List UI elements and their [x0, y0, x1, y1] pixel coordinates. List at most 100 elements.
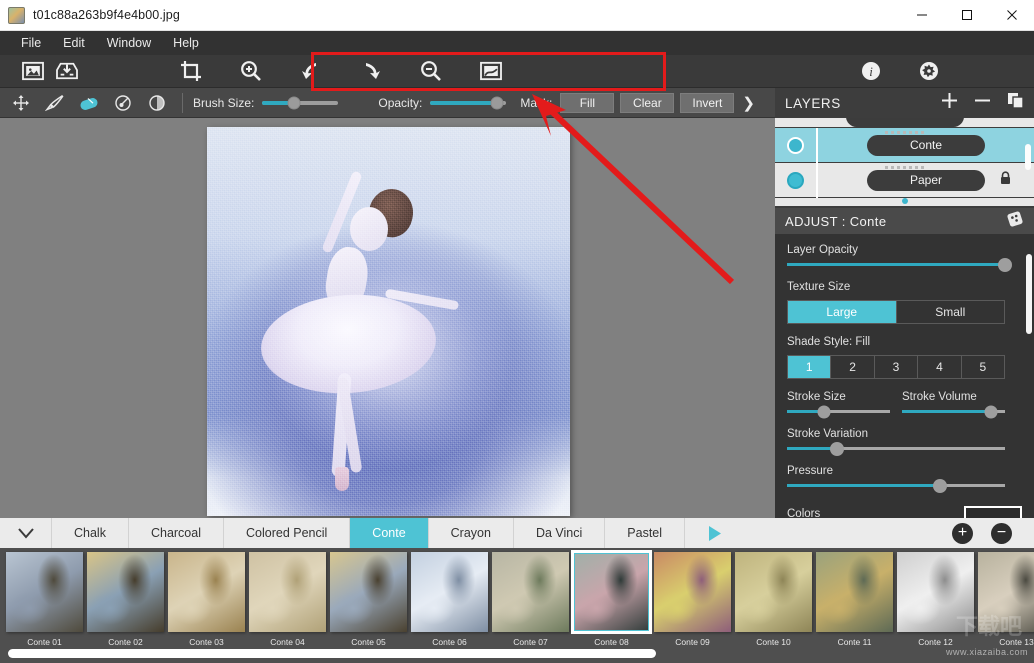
preset-thumbnail[interactable]: Conte 09 — [652, 552, 733, 647]
shade-style-5[interactable]: 5 — [961, 356, 1005, 378]
layer-row[interactable]: Conte — [775, 127, 1034, 163]
preset-tab-bar: Chalk Charcoal Colored Pencil Conte Cray… — [0, 518, 1034, 548]
lock-icon[interactable] — [999, 170, 1012, 190]
shade-style-1[interactable]: 1 — [788, 356, 832, 378]
preset-thumbnail[interactable]: Conte 08 — [571, 550, 652, 647]
shade-style-label: Shade Style: Fill — [787, 336, 871, 348]
layer-drag-handle[interactable] — [884, 131, 925, 134]
add-preset-button[interactable]: + — [952, 522, 973, 544]
preset-thumbnail-image[interactable] — [571, 550, 652, 634]
chevron-right-icon[interactable]: ❯ — [742, 94, 755, 112]
preset-thumbnail[interactable]: Conte 01 — [4, 552, 85, 647]
tab-da-vinci[interactable]: Da Vinci — [514, 518, 606, 548]
preset-thumbnail[interactable]: Conte 05 — [328, 552, 409, 647]
preset-thumbnail[interactable]: Conte 10 — [733, 552, 814, 647]
texture-size-large[interactable]: Large — [788, 301, 897, 323]
layer-visibility-toggle[interactable] — [787, 171, 804, 189]
preset-thumbnail[interactable]: Conte 04 — [247, 552, 328, 647]
preset-thumbnail-image[interactable] — [249, 552, 326, 632]
chevron-down-icon[interactable] — [0, 518, 52, 548]
preset-thumbnail-image[interactable] — [492, 552, 569, 632]
tab-crayon[interactable]: Crayon — [429, 518, 514, 548]
maximize-button[interactable] — [944, 0, 989, 31]
shade-style-3[interactable]: 3 — [874, 356, 919, 378]
texture-size-segmented[interactable]: Large Small — [787, 300, 1005, 324]
preset-thumbnail-image[interactable] — [87, 552, 164, 632]
thumbnail-scrollbar[interactable] — [8, 649, 656, 658]
pressure-slider[interactable] — [787, 478, 1005, 493]
layer-opacity-slider[interactable] — [787, 257, 1012, 272]
minimize-button[interactable] — [899, 0, 944, 31]
zoom-out-icon[interactable] — [414, 56, 448, 86]
dice-icon[interactable] — [1006, 210, 1024, 233]
preset-thumbnail-image[interactable] — [6, 552, 83, 632]
preset-thumbnail-image[interactable] — [816, 552, 893, 632]
fit-image-icon[interactable] — [474, 56, 508, 86]
tab-colored-pencil[interactable]: Colored Pencil — [224, 518, 351, 548]
zoom-in-icon[interactable] — [234, 56, 268, 86]
preset-thumbnail[interactable]: Conte 02 — [85, 552, 166, 647]
layers-scrollbar[interactable] — [1025, 144, 1031, 170]
move-arrows-icon[interactable] — [6, 90, 36, 116]
preset-thumbnail-strip[interactable]: Conte 01 Conte 02 Conte 03 Conte 04 Conte 05… — [0, 548, 1034, 663]
tab-conte[interactable]: Conte — [350, 518, 429, 548]
tab-charcoal[interactable]: Charcoal — [129, 518, 224, 548]
preset-thumbnail-image[interactable] — [654, 552, 731, 632]
play-icon[interactable] — [685, 525, 745, 542]
stroke-size-slider[interactable] — [787, 405, 890, 418]
add-layer-button[interactable] — [941, 92, 958, 114]
preset-thumbnail[interactable]: Conte 06 — [409, 552, 490, 647]
layer-name[interactable]: Conte — [867, 134, 985, 156]
save-image-icon[interactable] — [50, 56, 84, 86]
shade-style-4[interactable]: 4 — [918, 356, 962, 378]
tab-chalk[interactable]: Chalk — [52, 518, 129, 548]
remove-preset-button[interactable]: − — [991, 522, 1012, 544]
remove-layer-button[interactable] — [974, 92, 991, 114]
brush-size-slider[interactable] — [262, 96, 339, 109]
close-button[interactable] — [989, 0, 1034, 31]
shade-style-segmented[interactable]: 1 2 3 4 5 — [787, 355, 1005, 379]
preset-thumbnail[interactable]: Conte 11 — [814, 552, 895, 647]
shade-style-2[interactable]: 2 — [831, 356, 875, 378]
redo-icon[interactable] — [354, 56, 388, 86]
crop-icon[interactable] — [174, 56, 208, 86]
preset-thumbnail[interactable]: Conte 03 — [166, 552, 247, 647]
opacity-slider[interactable] — [430, 96, 507, 109]
preset-thumbnail-image[interactable] — [168, 552, 245, 632]
layer-visibility-toggle[interactable] — [787, 136, 804, 154]
menu-edit[interactable]: Edit — [52, 32, 96, 54]
undo-icon[interactable] — [294, 56, 328, 86]
duplicate-layer-button[interactable] — [1007, 92, 1024, 114]
adjust-panel: ADJUST : Conte Layer Opacity Texture Siz… — [775, 208, 1034, 522]
preset-thumbnail-image[interactable] — [330, 552, 407, 632]
layer-drag-handle[interactable] — [884, 166, 925, 169]
mask-fill-button[interactable]: Fill — [560, 92, 615, 113]
mask-clear-button[interactable]: Clear — [620, 92, 675, 113]
tab-pastel[interactable]: Pastel — [605, 518, 686, 548]
menu-window[interactable]: Window — [96, 32, 162, 54]
settings-icon[interactable] — [912, 56, 946, 86]
info-icon[interactable]: i — [854, 56, 888, 86]
menu-file[interactable]: File — [10, 32, 52, 54]
preset-thumbnail[interactable]: Conte 07 — [490, 552, 571, 647]
blur-icon[interactable] — [142, 90, 172, 116]
preset-thumbnail-image[interactable] — [735, 552, 812, 632]
texture-size-small[interactable]: Small — [896, 301, 1004, 323]
paintbrush-icon[interactable] — [40, 90, 70, 116]
open-image-icon[interactable] — [16, 56, 50, 86]
layer-name[interactable]: Paper — [867, 169, 985, 191]
stroke-volume-slider[interactable] — [902, 405, 1005, 418]
layer-row[interactable]: Paper — [775, 162, 1034, 198]
layer-row-partial[interactable] — [775, 118, 1034, 128]
layers-list[interactable]: Conte Paper — [775, 118, 1034, 206]
adjust-body: Layer Opacity Texture Size Large Small S… — [775, 234, 1034, 522]
canvas-area[interactable] — [0, 118, 775, 518]
preset-thumbnail-image[interactable] — [411, 552, 488, 632]
eraser-icon[interactable] — [74, 90, 104, 116]
artwork-canvas[interactable] — [207, 127, 570, 516]
menu-help[interactable]: Help — [162, 32, 210, 54]
smudge-icon[interactable] — [108, 90, 138, 116]
adjust-scrollbar[interactable] — [1026, 254, 1032, 334]
mask-invert-button[interactable]: Invert — [680, 92, 735, 113]
stroke-variation-slider[interactable] — [787, 441, 1005, 456]
